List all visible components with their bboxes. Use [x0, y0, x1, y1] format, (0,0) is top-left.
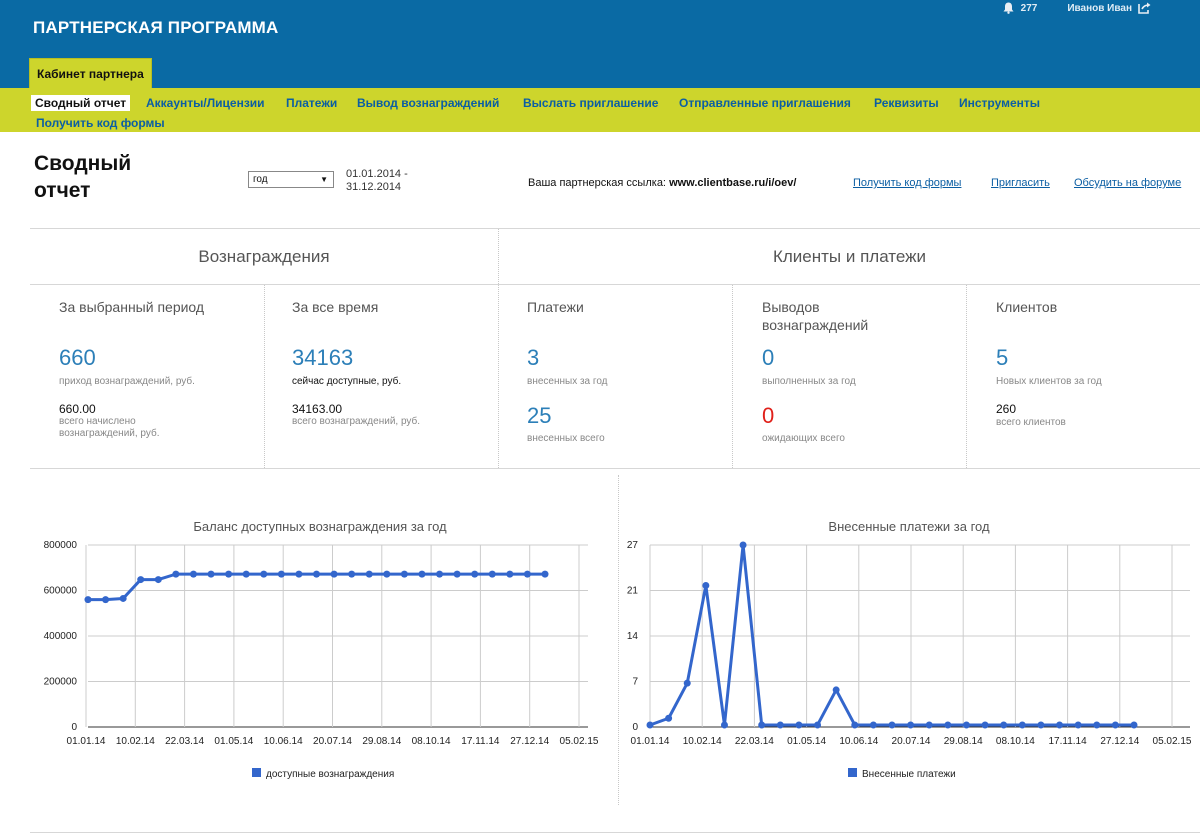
data-point [453, 570, 461, 578]
data-point [189, 570, 197, 578]
data-point [260, 570, 268, 578]
data-point [1037, 721, 1045, 729]
data-point [523, 570, 531, 578]
x-tick-label: 27.12.14 [510, 736, 549, 747]
data-point [683, 679, 691, 687]
data-point [1111, 721, 1119, 729]
x-tick-label: 10.06.14 [264, 736, 303, 747]
legend-swatch [848, 768, 857, 777]
data-point [1093, 721, 1101, 729]
x-tick-label: 20.07.14 [892, 736, 931, 747]
data-point [154, 576, 162, 584]
legend-swatch [252, 768, 261, 777]
data-point [1074, 721, 1082, 729]
data-point [506, 570, 514, 578]
data-point [102, 596, 110, 604]
x-tick-label: 05.02.15 [560, 736, 599, 747]
x-tick-label: 10.02.14 [683, 736, 722, 747]
data-point [702, 581, 710, 589]
chart-title: Баланс доступных вознаграждения за год [193, 519, 447, 534]
data-point [665, 714, 673, 722]
data-point [814, 721, 822, 729]
data-point [137, 576, 145, 584]
data-point [400, 570, 408, 578]
x-tick-label: 10.02.14 [116, 736, 155, 747]
x-tick-label: 17.11.14 [1049, 736, 1088, 747]
x-tick-label: 29.08.14 [944, 736, 983, 747]
data-point [646, 721, 654, 729]
data-point [541, 570, 549, 578]
data-point [739, 541, 747, 549]
x-tick-label: 10.06.14 [839, 736, 878, 747]
data-point [962, 721, 970, 729]
data-point [1000, 721, 1008, 729]
data-point [277, 570, 285, 578]
data-point [832, 686, 840, 694]
y-tick-label: 0 [71, 722, 77, 733]
data-point [851, 721, 859, 729]
data-point [436, 570, 444, 578]
data-point [295, 570, 303, 578]
x-tick-label: 01.05.14 [214, 736, 253, 747]
data-point [869, 721, 877, 729]
data-point [925, 721, 933, 729]
data-point [758, 721, 766, 729]
x-tick-label: 22.03.14 [735, 736, 774, 747]
data-point [348, 570, 356, 578]
data-point [242, 570, 250, 578]
data-point [330, 570, 338, 578]
x-tick-label: 17.11.14 [461, 736, 500, 747]
x-tick-label: 01.01.14 [67, 736, 106, 747]
x-tick-label: 08.10.14 [996, 736, 1035, 747]
y-tick-label: 7 [632, 677, 638, 688]
y-tick-label: 21 [627, 586, 639, 597]
data-point [720, 721, 728, 729]
data-point [84, 596, 92, 604]
data-point [471, 570, 479, 578]
data-point [981, 721, 989, 729]
data-point [795, 721, 803, 729]
data-point [383, 570, 391, 578]
charts-area: Баланс доступных вознаграждения за год 80… [44, 519, 1192, 780]
data-point [119, 594, 127, 602]
series-line [649, 543, 1134, 727]
data-point [776, 721, 784, 729]
data-point [1130, 721, 1138, 729]
data-point [888, 721, 896, 729]
data-point [207, 570, 215, 578]
y-tick-label: 400000 [44, 631, 78, 642]
x-tick-label: 20.07.14 [313, 736, 352, 747]
x-tick-label: 27.12.14 [1100, 736, 1139, 747]
data-point [1018, 721, 1026, 729]
legend-label: доступные вознаграждения [266, 769, 394, 780]
y-tick-label: 600000 [44, 586, 78, 597]
data-point [172, 570, 180, 578]
x-tick-label: 29.08.14 [362, 736, 401, 747]
x-tick-label: 05.02.15 [1153, 736, 1192, 747]
x-tick-label: 22.03.14 [165, 736, 204, 747]
x-tick-label: 08.10.14 [412, 736, 451, 747]
data-point [418, 570, 426, 578]
y-tick-label: 14 [627, 631, 639, 642]
x-tick-label: 01.01.14 [631, 736, 670, 747]
data-point [313, 570, 320, 578]
data-point [365, 570, 373, 578]
chart-title: Внесенные платежи за год [828, 519, 990, 534]
data-point [488, 570, 496, 578]
y-tick-label: 800000 [44, 540, 78, 551]
data-point [907, 721, 915, 729]
data-point [225, 570, 233, 578]
data-point [944, 721, 952, 729]
legend-label: Внесенные платежи [862, 769, 956, 780]
y-tick-label: 0 [632, 722, 638, 733]
y-tick-label: 200000 [44, 677, 78, 688]
y-tick-label: 27 [627, 540, 639, 551]
data-point [1056, 721, 1064, 729]
x-tick-label: 01.05.14 [787, 736, 826, 747]
